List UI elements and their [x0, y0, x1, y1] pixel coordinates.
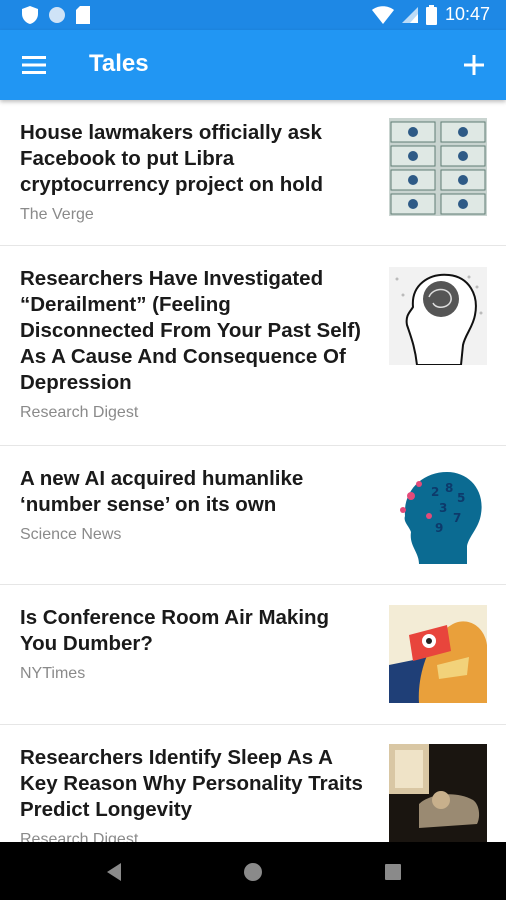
menu-button[interactable] [16, 47, 52, 83]
article-item[interactable]: House lawmakers officially ask Facebook … [0, 100, 506, 246]
svg-text:8: 8 [445, 481, 453, 495]
back-icon [107, 863, 121, 881]
article-source: Research Digest [20, 831, 139, 842]
status-time: 10:47 [444, 4, 490, 24]
circle-icon [49, 7, 65, 23]
conference-air-image [389, 605, 487, 703]
article-text: Researchers Identify Sleep As A Key Reas… [20, 745, 370, 842]
article-text: Is Conference Room Air Making You Dumber… [20, 605, 370, 683]
article-headline: House lawmakers officially ask Facebook … [20, 121, 323, 196]
article-thumbnail [389, 267, 487, 365]
svg-text:7: 7 [453, 511, 461, 525]
status-bar: 10:47 [0, 0, 506, 30]
app-bar: Tales [0, 30, 506, 100]
article-source: Science News [20, 526, 122, 543]
svg-text:9: 9 [435, 521, 443, 535]
article-item[interactable]: Researchers Identify Sleep As A Key Reas… [0, 725, 506, 842]
article-headline: Is Conference Room Air Making You Dumber… [20, 606, 330, 655]
article-headline: Researchers Have Investigated “Derailmen… [20, 267, 361, 394]
article-text: Researchers Have Investigated “Derailmen… [20, 266, 370, 422]
home-button[interactable] [239, 858, 267, 886]
recents-icon [385, 864, 401, 880]
sd-card-icon [76, 6, 90, 24]
signal-icon [401, 6, 418, 23]
menu-icon [22, 56, 46, 74]
article-item[interactable]: A new AI acquired humanlike ‘number sens… [0, 446, 506, 585]
article-source: The Verge [20, 206, 94, 223]
head-profile-image [389, 267, 487, 365]
article-thumbnail: 285 379 [389, 466, 487, 564]
article-text: A new AI acquired humanlike ‘number sens… [20, 466, 370, 544]
status-bar-right: 10:47 [371, 4, 490, 25]
back-button[interactable] [101, 858, 129, 886]
wifi-icon [371, 5, 394, 24]
system-nav-bar [0, 842, 506, 900]
article-item[interactable]: Is Conference Room Air Making You Dumber… [0, 585, 506, 725]
home-icon [244, 863, 262, 881]
svg-text:5: 5 [457, 491, 465, 505]
svg-text:3: 3 [439, 501, 447, 515]
recents-button[interactable] [379, 858, 407, 886]
shield-icon [22, 6, 38, 24]
number-head-image: 2 85 379 [389, 466, 487, 564]
article-thumbnail [389, 605, 487, 703]
add-icon [464, 55, 484, 75]
sleeping-person-image [389, 744, 487, 842]
add-button[interactable] [456, 47, 492, 83]
article-text: House lawmakers officially ask Facebook … [20, 120, 370, 224]
article-thumbnail [389, 118, 487, 216]
svg-text:2: 2 [431, 485, 439, 499]
battery-icon [425, 4, 437, 25]
article-thumbnail [389, 744, 487, 842]
status-bar-left [22, 6, 90, 24]
article-item[interactable]: Researchers Have Investigated “Derailmen… [0, 246, 506, 446]
article-source: Research Digest [20, 404, 139, 421]
article-list: House lawmakers officially ask Facebook … [0, 100, 506, 842]
article-source: NYTimes [20, 665, 86, 682]
app-title: Tales [89, 50, 149, 77]
article-headline: Researchers Identify Sleep As A Key Reas… [20, 746, 363, 821]
currency-bills-image [389, 118, 487, 216]
article-headline: A new AI acquired humanlike ‘number sens… [20, 467, 304, 516]
